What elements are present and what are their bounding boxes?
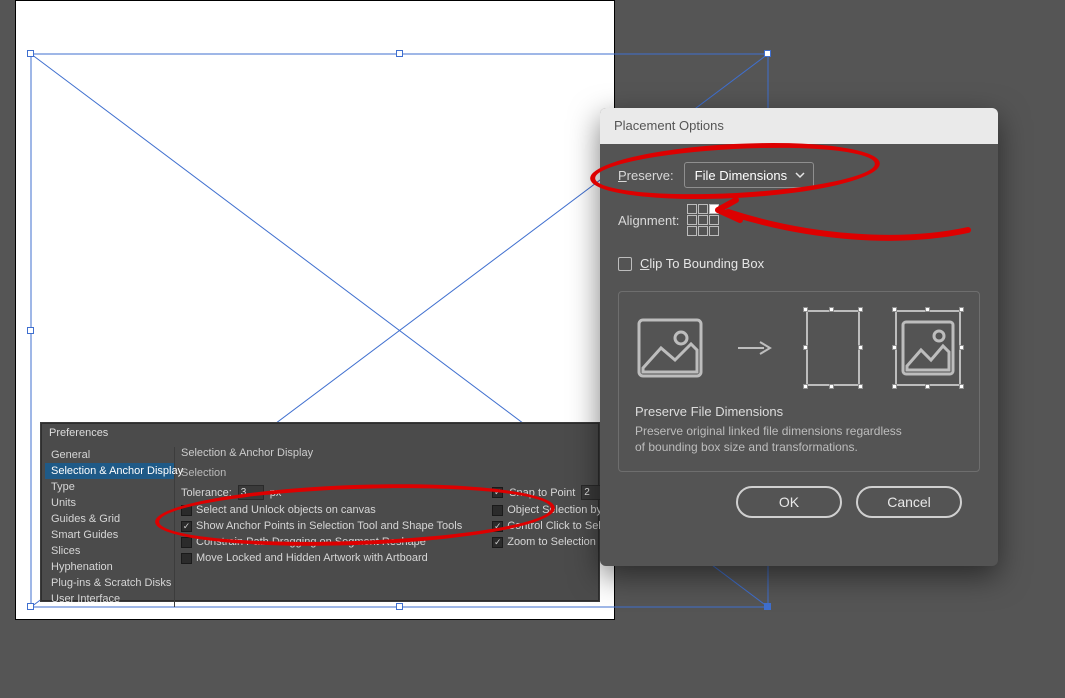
clip-label: Clip To Bounding BoxClip To Bounding Box [640,256,764,271]
cb-constrain-path[interactable] [181,537,192,548]
cb-move-locked[interactable] [181,553,192,564]
cb-zoom-selection-label: Zoom to Selection [507,536,596,548]
prefs-subheading: Selection [181,467,672,479]
prefs-side-guides-grid[interactable]: Guides & Grid [45,511,174,527]
selection-handle-bl[interactable] [27,603,34,610]
preview-title: Preserve File Dimensions [635,404,963,419]
prefs-side-selection-anchor[interactable]: Selection & Anchor Display [45,463,174,479]
arrow-right-icon [736,338,772,358]
dialog-title: Placement Options [600,108,998,144]
preferences-panel: Preferences General Selection & Anchor D… [40,422,600,602]
selection-handle-tl[interactable] [27,50,34,57]
preferences-title: Preferences [41,423,599,443]
prefs-side-type[interactable]: Type [45,479,174,495]
framed-image-icon [893,308,963,388]
alignment-label: Alignment: [618,213,679,228]
chevron-down-icon [795,170,805,180]
tolerance-label: Tolerance: [181,487,232,499]
preview-desc-1: Preserve original linked file dimensions… [635,423,963,439]
cb-ctrl-click[interactable] [492,521,503,532]
preview-desc-2: of bounding box size and transformations… [635,439,963,455]
cb-obj-path-only[interactable] [492,505,503,516]
preserve-value: File Dimensions [695,168,787,183]
prefs-side-plugins-scratch[interactable]: Plug-ins & Scratch Disks [45,575,174,591]
prefs-side-smart-guides[interactable]: Smart Guides [45,527,174,543]
cb-move-locked-label: Move Locked and Hidden Artwork with Artb… [196,552,428,564]
empty-frame-icon [804,308,862,388]
clip-checkbox[interactable] [618,257,632,271]
tolerance-unit: px [270,487,282,499]
cb-snap-point[interactable] [492,487,503,498]
prefs-side-slices[interactable]: Slices [45,543,174,559]
cb-select-unlock-label: Select and Unlock objects on canvas [196,504,376,516]
placement-options-dialog: Placement Options PPreserve:reserve: Fil… [600,108,998,566]
selection-handle-br[interactable] [764,603,771,610]
selection-handle-ml[interactable] [27,327,34,334]
prefs-side-units[interactable]: Units [45,495,174,511]
cb-show-anchor[interactable] [181,521,192,532]
snap-label: Snap to Point [509,487,575,499]
cb-show-anchor-label: Show Anchor Points in Selection Tool and… [196,520,462,532]
selection-handle-tr[interactable] [764,50,771,57]
ok-button[interactable]: OK [736,486,842,518]
cb-constrain-path-label: Constrain Path Dragging on Segment Resha… [196,536,426,548]
prefs-heading: Selection & Anchor Display [181,447,672,459]
image-icon [635,316,705,380]
prefs-side-general[interactable]: General [45,447,174,463]
prefs-side-hyphenation[interactable]: Hyphenation [45,559,174,575]
cb-zoom-selection[interactable] [492,537,503,548]
preserve-select[interactable]: File Dimensions [684,162,814,188]
preferences-sidebar: General Selection & Anchor Display Type … [45,447,175,607]
tolerance-input[interactable] [238,485,264,500]
prefs-side-user-interface[interactable]: User Interface [45,591,174,607]
preserve-label: PPreserve:reserve: [618,168,674,183]
cb-select-unlock[interactable] [181,505,192,516]
selection-handle-tm[interactable] [396,50,403,57]
cancel-button[interactable]: Cancel [856,486,962,518]
preview-box: Preserve File Dimensions Preserve origin… [618,291,980,472]
alignment-proxy-grid[interactable] [687,204,719,236]
